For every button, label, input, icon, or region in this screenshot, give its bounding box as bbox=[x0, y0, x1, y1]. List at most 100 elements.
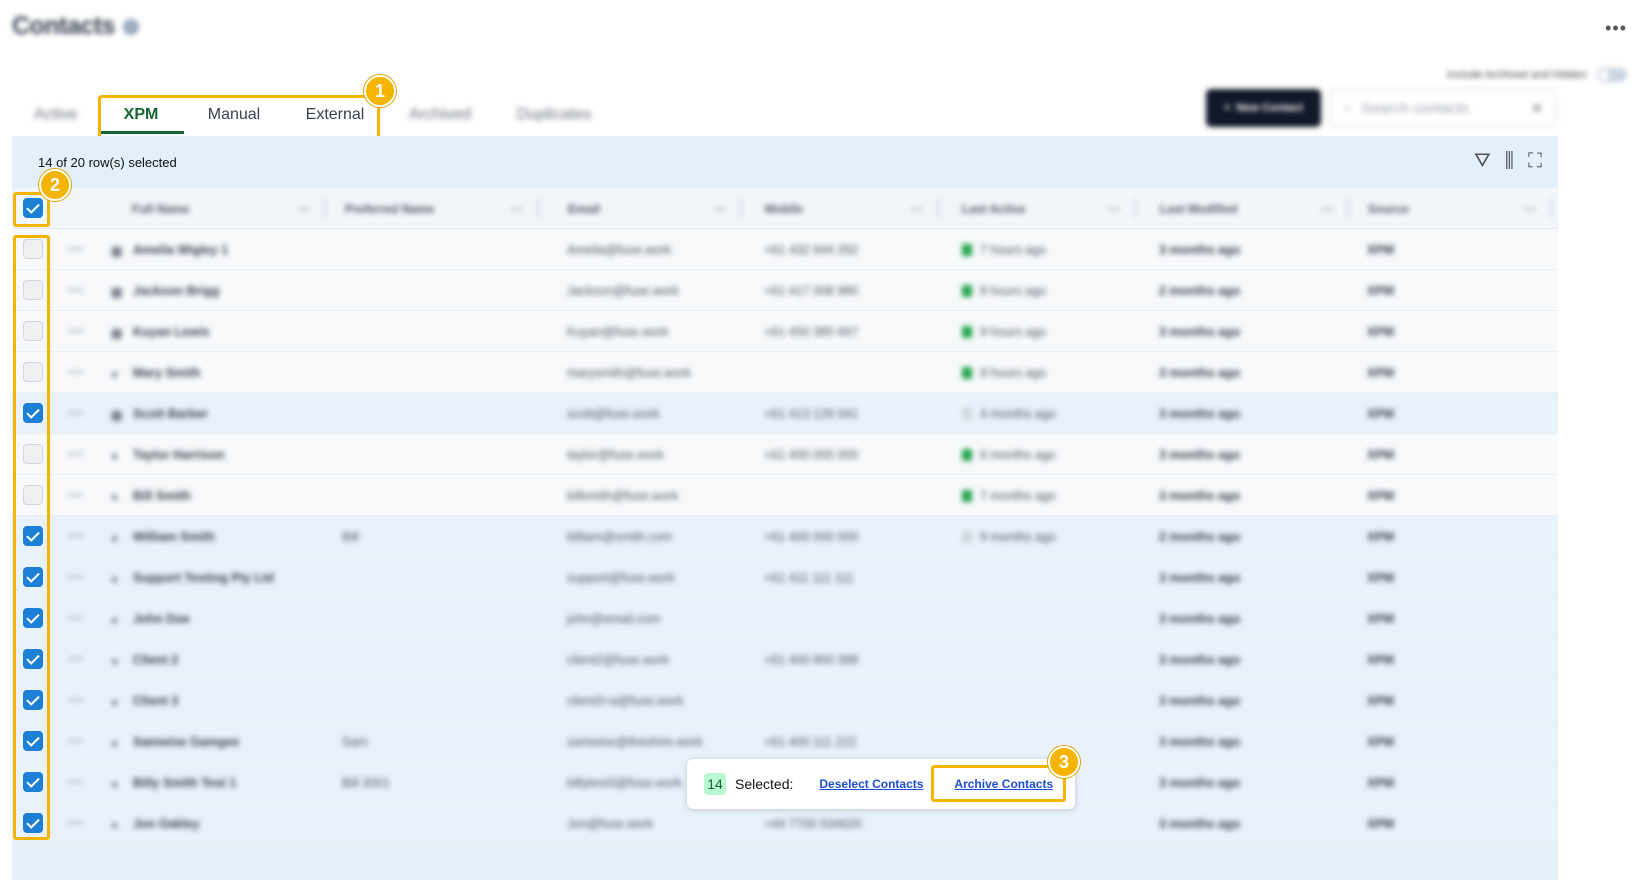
row-actions-icon[interactable]: ••• bbox=[68, 365, 84, 379]
row-actions-icon[interactable]: ••• bbox=[68, 734, 84, 748]
cell-last-active: 9 hours ago bbox=[962, 311, 1046, 352]
person-icon: ● bbox=[111, 735, 119, 750]
row-actions-icon[interactable]: ••• bbox=[68, 488, 84, 502]
cell-full-name[interactable]: ● Samwise Gamgee bbox=[111, 721, 239, 762]
table-row[interactable]: ••• ● William Smith Bill billiam@smith.com +6… bbox=[12, 516, 1558, 557]
row-actions-icon[interactable]: ••• bbox=[68, 447, 84, 461]
column-header-full-name[interactable]: Full Name ⋯ bbox=[132, 188, 332, 229]
cell-full-name[interactable]: ● Support Testing Pty Ltd bbox=[111, 557, 274, 598]
table-row[interactable]: ••• ▦ Scott Barber scott@fuse.work +61 413 1… bbox=[12, 393, 1558, 434]
cell-last-modified: 2 months ago bbox=[1159, 516, 1240, 557]
cell-full-name-text: William Smith bbox=[133, 529, 215, 544]
table-row[interactable]: ••• ▦ Amelia Wigley 1 Amelia@fuse.work +61 4… bbox=[12, 229, 1558, 270]
cell-full-name[interactable]: ● Client 3 bbox=[111, 680, 178, 721]
table-row[interactable]: ••• ● Client 2 client2@fuse.work +61 400 900… bbox=[12, 639, 1558, 680]
tab-archived[interactable]: Archived bbox=[386, 94, 494, 136]
table-header: Full Name ⋯ Preferred Name ⋯ Email ⋯ Mobile… bbox=[12, 188, 1558, 229]
table-row[interactable]: ••• ● Samwise Gamgee Sam samwise@theshire.wo… bbox=[12, 721, 1558, 762]
row-actions-icon[interactable]: ••• bbox=[68, 406, 84, 420]
row-actions-icon[interactable]: ••• bbox=[68, 816, 84, 830]
cell-email-text: Jackson@fuse.work bbox=[567, 283, 680, 298]
row-actions-icon[interactable]: ••• bbox=[68, 529, 84, 543]
tab-duplicates[interactable]: Duplicates bbox=[494, 94, 614, 136]
toggle-switch[interactable] bbox=[1597, 68, 1627, 82]
cell-full-name[interactable]: ● Billy Smith Test 1 bbox=[111, 762, 236, 803]
table-row[interactable]: ••• ● Mary Smith marysmith@fuse.work 9 hours… bbox=[12, 352, 1558, 393]
document-icon bbox=[962, 243, 972, 256]
cell-last-modified: 2 months ago bbox=[1159, 270, 1240, 311]
cell-source-text: XPM bbox=[1367, 693, 1395, 708]
deselect-contacts-link[interactable]: Deselect Contacts bbox=[819, 777, 923, 791]
column-header-mobile[interactable]: Mobile ⋯ bbox=[765, 188, 945, 229]
row-actions-icon[interactable]: ••• bbox=[68, 242, 84, 256]
column-header-last-modified[interactable]: Last Modified ⋯ bbox=[1160, 188, 1355, 229]
clear-search-icon[interactable]: ✕ bbox=[1531, 100, 1543, 117]
include-archived-toggle[interactable]: Include Archived and Hidden bbox=[1447, 68, 1627, 82]
column-header-last-active[interactable]: Last Active ⋯ bbox=[962, 188, 1142, 229]
row-actions-icon[interactable]: ••• bbox=[68, 570, 84, 584]
selected-label: Selected: bbox=[735, 776, 794, 792]
archive-highlight-box bbox=[931, 765, 1066, 802]
column-header-source[interactable]: Source ⋯ bbox=[1368, 188, 1558, 229]
cell-full-name[interactable]: ● Jon Oakley bbox=[111, 803, 200, 844]
cell-full-name[interactable]: ▦ Scott Barber bbox=[111, 393, 208, 434]
table-row[interactable]: ••• ● John Doe john@email.com 3 months ago XP… bbox=[12, 598, 1558, 639]
document-icon bbox=[962, 448, 972, 461]
row-actions-icon[interactable]: ••• bbox=[68, 652, 84, 666]
search-placeholder: Search contacts bbox=[1361, 99, 1469, 117]
table-row[interactable]: ••• ● Jon Oakley Jon@fuse.work +44 7700 5346… bbox=[12, 803, 1558, 844]
cell-source: XPM bbox=[1367, 229, 1394, 270]
cell-full-name-text: Jackson Brigg bbox=[133, 283, 220, 298]
cell-last-modified: 3 months ago bbox=[1159, 311, 1240, 352]
cell-full-name-text: Bill Smith bbox=[133, 488, 191, 503]
cell-full-name[interactable]: ● Mary Smith bbox=[111, 352, 200, 393]
row-actions-icon[interactable]: ••• bbox=[68, 324, 84, 338]
cell-full-name[interactable]: ▦ Amelia Wigley 1 bbox=[111, 229, 228, 270]
person-icon: ● bbox=[111, 489, 119, 504]
table-row[interactable]: ••• ▦ Kuyan Lewis Kuyan@fuse.work +61 450 38… bbox=[12, 311, 1558, 352]
table-row[interactable]: ••• ▦ Jackson Brigg Jackson@fuse.work +61 41… bbox=[12, 270, 1558, 311]
cell-full-name-text: Scott Barber bbox=[133, 406, 209, 421]
cell-full-name[interactable]: ● Taylor Harrison bbox=[111, 434, 224, 475]
cell-mobile: +61 432 944 292 bbox=[764, 229, 858, 270]
cell-preferred-name: Bill bbox=[342, 516, 359, 557]
row-actions-icon[interactable]: ••• bbox=[68, 775, 84, 789]
table-row[interactable]: ••• ● Support Testing Pty Ltd support@fuse.… bbox=[12, 557, 1558, 598]
cell-last-modified-text: 3 months ago bbox=[1159, 488, 1241, 503]
cell-last-modified: 3 months ago bbox=[1159, 352, 1240, 393]
row-actions-icon[interactable]: ••• bbox=[68, 611, 84, 625]
cell-full-name[interactable]: ● Bill Smith bbox=[111, 475, 191, 516]
table-row[interactable]: ••• ● Bill Smith billsmith@fuse.work 7 month… bbox=[12, 475, 1558, 516]
cell-full-name[interactable]: ● William Smith bbox=[111, 516, 215, 557]
column-header-email[interactable]: Email ⋯ bbox=[568, 188, 748, 229]
row-actions-icon[interactable]: ••• bbox=[68, 693, 84, 707]
person-icon: ● bbox=[111, 448, 119, 463]
cell-mobile-text: +61 450 385 667 bbox=[764, 324, 859, 339]
cell-full-name-text: Client 2 bbox=[133, 652, 179, 667]
new-contact-button[interactable]: + New Contact bbox=[1206, 89, 1321, 127]
tab-active[interactable]: Active bbox=[12, 94, 98, 136]
cell-full-name-text: Samwise Gamgee bbox=[133, 734, 240, 749]
columns-icon[interactable]: ⫼ bbox=[1505, 150, 1514, 173]
fullscreen-icon[interactable]: ⛶ bbox=[1528, 150, 1542, 173]
cell-source: XPM bbox=[1367, 434, 1394, 475]
cell-mobile: +61 411 111 111 bbox=[764, 557, 854, 598]
cell-full-name-text: Client 3 bbox=[133, 693, 179, 708]
cell-last-active: 7 hours ago bbox=[962, 229, 1046, 270]
cell-full-name[interactable]: ● Client 2 bbox=[111, 639, 178, 680]
cell-full-name-text: Kuyan Lewis bbox=[133, 324, 210, 339]
row-actions-icon[interactable]: ••• bbox=[68, 283, 84, 297]
cell-full-name[interactable]: ▦ Jackson Brigg bbox=[111, 270, 219, 311]
table-row[interactable]: ••• ● Taylor Harrison taylor@fuse.work +61 4… bbox=[12, 434, 1558, 475]
column-header-preferred-name[interactable]: Preferred Name ⋯ bbox=[345, 188, 545, 229]
person-icon: ● bbox=[111, 571, 119, 586]
search-input[interactable]: ⌕ Search contacts ✕ bbox=[1330, 89, 1556, 127]
more-options-icon[interactable]: ••• bbox=[1605, 18, 1627, 39]
cell-full-name[interactable]: ● John Doe bbox=[111, 598, 190, 639]
info-icon[interactable]: i bbox=[122, 18, 139, 35]
organisation-icon: ▦ bbox=[111, 325, 123, 340]
table-row[interactable]: ••• ● Client 3 client3+a@fuse.work 3 months … bbox=[12, 680, 1558, 721]
cell-email-text: billsmith@fuse.work bbox=[567, 488, 679, 503]
cell-full-name[interactable]: ▦ Kuyan Lewis bbox=[111, 311, 209, 352]
filter-icon[interactable]: ⛛ bbox=[1474, 150, 1491, 173]
